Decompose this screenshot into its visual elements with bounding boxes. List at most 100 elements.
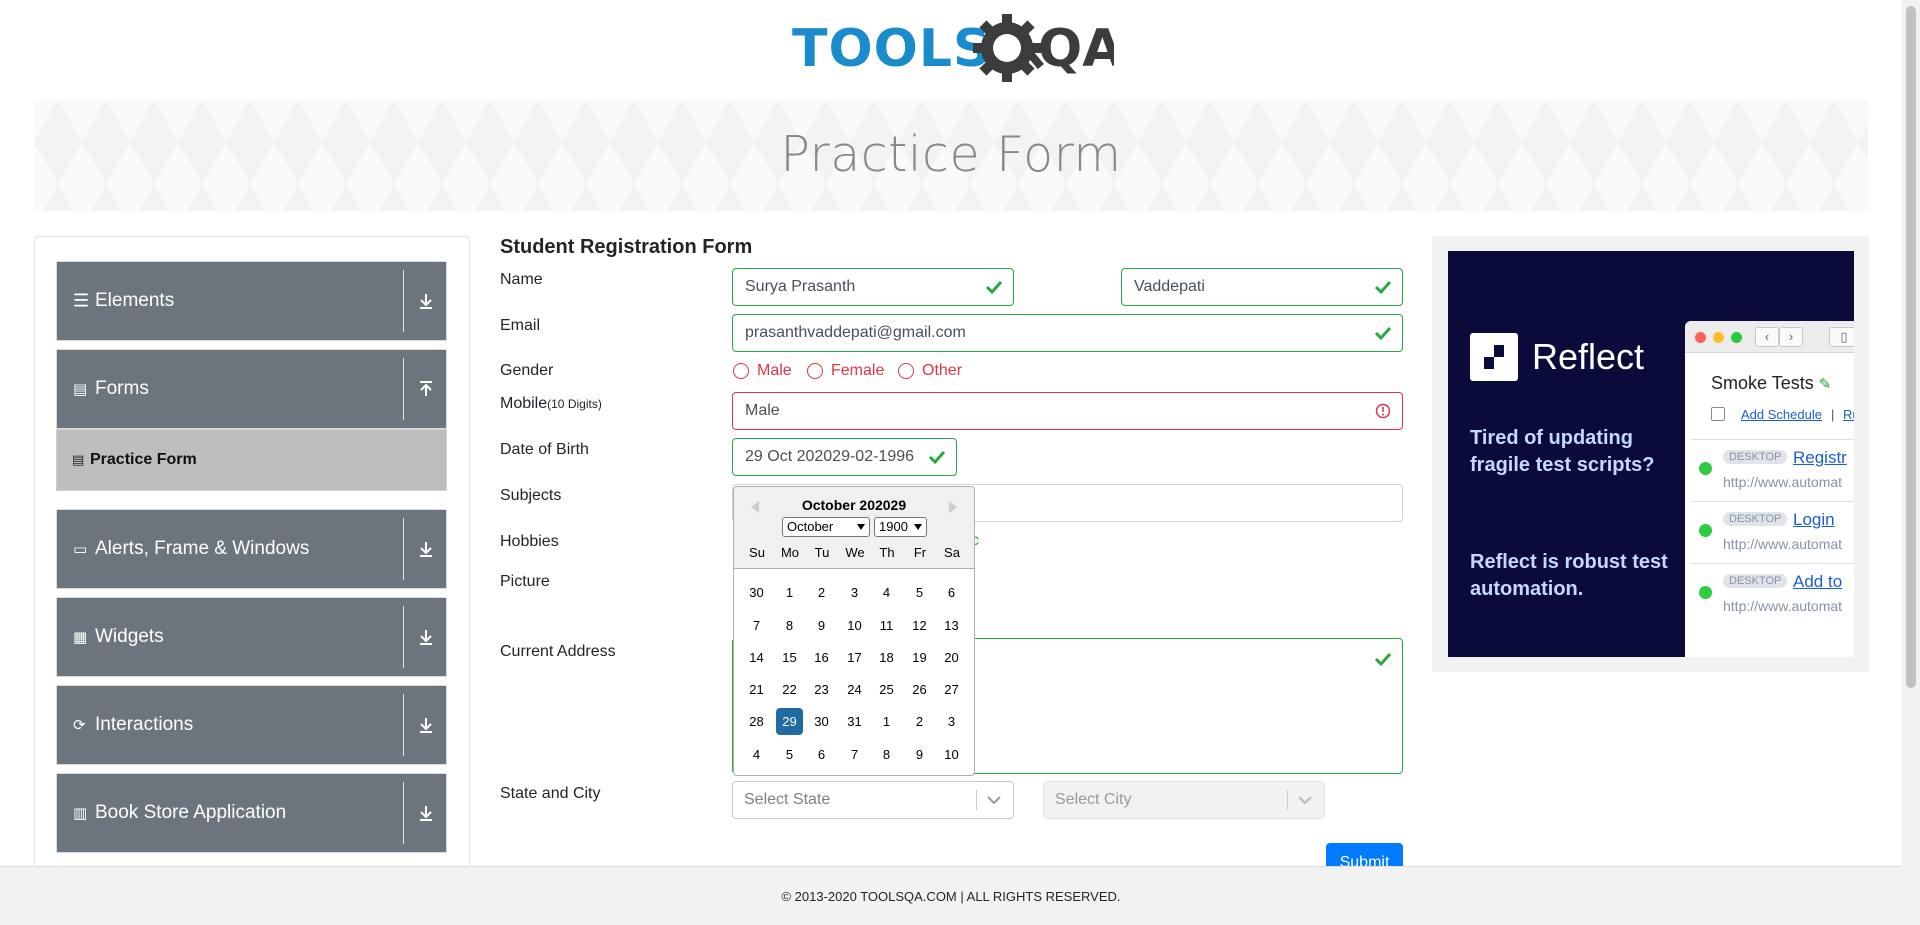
test-url: http://www.automat [1723, 598, 1843, 614]
minimize-dot-icon [1713, 332, 1724, 343]
calendar-day[interactable]: 23 [808, 676, 835, 703]
calendar-day[interactable]: 6 [808, 741, 835, 768]
calendar-day[interactable]: 5 [776, 741, 803, 768]
calendar-day[interactable]: 25 [873, 676, 900, 703]
select-city-dropdown[interactable]: Select City [1043, 781, 1325, 819]
error-icon [1375, 403, 1391, 419]
vertical-scrollbar[interactable] [1902, 0, 1920, 925]
calendar-day[interactable]: 8 [873, 741, 900, 768]
date-of-birth-input[interactable]: 29 Oct 202029-02-1996 [732, 438, 957, 476]
first-name-input[interactable]: Surya Prasanth [732, 268, 1014, 306]
chevron-down-icon [914, 524, 922, 530]
download-arrow-icon[interactable] [414, 625, 438, 649]
label-name: Name [500, 271, 543, 288]
year-select[interactable]: 1900 [874, 517, 927, 537]
download-arrow-icon[interactable] [414, 289, 438, 313]
calendar-day[interactable]: 29 [776, 708, 803, 735]
calendar-day[interactable]: 27 [938, 676, 965, 703]
calendar-day[interactable]: 17 [841, 644, 868, 671]
test-url: http://www.automat [1723, 536, 1843, 552]
sidebar-group-alerts[interactable]: ▭ Alerts, Frame & Windows [56, 509, 447, 589]
mobile-value: Male [745, 402, 780, 419]
download-arrow-icon[interactable] [414, 537, 438, 561]
month-select-value: October [787, 519, 834, 534]
calendar-day[interactable]: 26 [906, 676, 933, 703]
calendar-day[interactable]: 16 [808, 644, 835, 671]
ad-window-title: Smoke Tests ✎ [1711, 373, 1831, 394]
calendar-day[interactable]: 15 [776, 644, 803, 671]
last-name-input[interactable]: Vaddepati [1121, 268, 1403, 306]
calendar-day[interactable]: 2 [808, 579, 835, 606]
calendar-day[interactable]: 19 [906, 644, 933, 671]
calendar-day[interactable]: 30 [808, 708, 835, 735]
sidebar-group-widgets[interactable]: ▦ Widgets [56, 597, 447, 677]
calendar-day[interactable]: 14 [743, 644, 770, 671]
calendar-day[interactable]: 18 [873, 644, 900, 671]
radio-circle[interactable] [807, 363, 823, 379]
calendar-day[interactable]: 3 [938, 708, 965, 735]
calendar-day[interactable]: 9 [906, 741, 933, 768]
month-select[interactable]: October [782, 517, 870, 537]
calendar-day[interactable]: 4 [873, 579, 900, 606]
calendar-icon [1711, 407, 1725, 421]
ad-window-titlebar: ‹ › ▯ [1685, 321, 1854, 353]
desktop-badge: DESKTOP [1723, 574, 1788, 588]
calendar-day[interactable]: 6 [938, 579, 965, 606]
download-arrow-icon[interactable] [414, 713, 438, 737]
reflect-advertisement[interactable]: Reflect Tired of updating fragile test s… [1448, 251, 1854, 657]
calendar-day[interactable]: 1 [873, 708, 900, 735]
gender-radio-other[interactable]: Other [898, 362, 962, 380]
gear-icon [973, 14, 1044, 82]
calendar-day[interactable]: 10 [841, 612, 868, 639]
test-link: Login [1793, 510, 1835, 529]
calendar-day[interactable]: 4 [743, 741, 770, 768]
calendar-day[interactable]: 8 [776, 612, 803, 639]
window-icon: ▭ [73, 541, 88, 558]
calendar-day[interactable]: 24 [841, 676, 868, 703]
calendar-day[interactable]: 30 [743, 579, 770, 606]
sidebar-group-interactions[interactable]: ⟳ Interactions [56, 685, 447, 765]
scrollbar-thumb[interactable] [1906, 6, 1916, 688]
pencil-icon: ✎ [1818, 376, 1832, 393]
logo-text-qa: QA [1038, 19, 1114, 79]
calendar-day[interactable]: 11 [873, 612, 900, 639]
calendar-day[interactable]: 10 [938, 741, 965, 768]
logo-text-tools: TOOLS [792, 19, 991, 79]
calendar-day[interactable]: 21 [743, 676, 770, 703]
gender-radio-female[interactable]: Female [807, 362, 884, 380]
calendar-day[interactable]: 5 [906, 579, 933, 606]
ad-browser-window: ‹ › ▯ Smoke Tests ✎ Add Schedule | Ru DE… [1685, 321, 1854, 657]
refresh-icon: ⟳ [73, 717, 86, 734]
email-input[interactable]: prasanthvaddepati@gmail.com [732, 314, 1403, 352]
status-dot-icon [1699, 586, 1712, 599]
upload-arrow-icon[interactable] [414, 377, 438, 401]
calendar-day[interactable]: 20 [938, 644, 965, 671]
sidebar-group-book-store[interactable]: ▥ Book Store Application [56, 773, 447, 853]
radio-circle[interactable] [898, 363, 914, 379]
calendar-day[interactable]: 7 [743, 612, 770, 639]
sidebar-group-forms[interactable]: ▤ Forms [56, 349, 447, 429]
select-state-dropdown[interactable]: Select State [732, 781, 1014, 819]
calendar-day[interactable]: 22 [776, 676, 803, 703]
books-icon: ▥ [73, 805, 88, 822]
toolsqa-logo[interactable]: TOOLS QA [792, 14, 1122, 90]
calendar-day[interactable]: 12 [906, 612, 933, 639]
calendar-day[interactable]: 3 [841, 579, 868, 606]
calendar-day[interactable]: 13 [938, 612, 965, 639]
next-month-icon[interactable] [949, 501, 957, 513]
city-placeholder: Select City [1055, 791, 1132, 808]
gender-radio-male[interactable]: Male [733, 362, 792, 380]
calendar-day[interactable]: 28 [743, 708, 770, 735]
mobile-input[interactable]: Male [732, 392, 1403, 430]
calendar-day[interactable]: 7 [841, 741, 868, 768]
download-arrow-icon[interactable] [414, 801, 438, 825]
radio-circle[interactable] [733, 363, 749, 379]
calendar-day[interactable]: 1 [776, 579, 803, 606]
desktop-badge: DESKTOP [1723, 450, 1788, 464]
calendar-day[interactable]: 2 [906, 708, 933, 735]
calendar-day[interactable]: 9 [808, 612, 835, 639]
sidebar-group-label: Forms [95, 378, 149, 399]
sidebar-group-elements[interactable]: ☰ Elements [56, 261, 447, 341]
calendar-day[interactable]: 31 [841, 708, 868, 735]
sidebar-item-practice-form[interactable]: ▤ Practice Form [56, 429, 447, 491]
